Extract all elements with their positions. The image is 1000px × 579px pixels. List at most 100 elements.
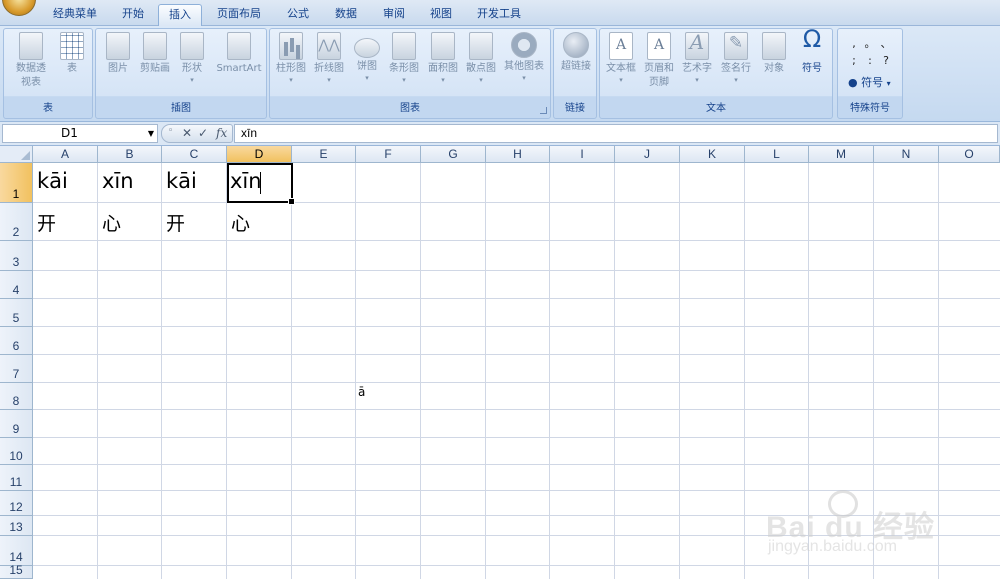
name-box-dropdown-icon[interactable]: ▼ [148,125,154,142]
smartart-button[interactable]: SmartArt [212,32,266,76]
group-charts-label: 图表 [400,103,420,114]
scatter-chart-button[interactable]: 散点图 ▾ [462,32,500,84]
tab-review[interactable]: 审阅 [374,4,414,26]
charts-dialog-launcher-icon[interactable] [540,107,547,114]
column-header-i[interactable]: I [550,146,615,163]
tab-page-layout[interactable]: 页面布局 [208,4,270,26]
row-header-2[interactable]: 2 [0,203,33,241]
row-header-3[interactable]: 3 [0,241,33,271]
office-button[interactable] [2,0,36,16]
row-header-10[interactable]: 10 [0,438,33,465]
gridline-vertical [614,163,615,579]
column-header-o[interactable]: O [939,146,1000,163]
cell-B1[interactable]: xīn [102,169,134,193]
row-header-4[interactable]: 4 [0,271,33,299]
table-button[interactable]: 表 [54,32,90,76]
gridline-horizontal [33,382,1000,383]
formula-input[interactable]: xīn [234,124,998,143]
special-symbol-dropdown[interactable]: ● 符号 ▾ [848,74,891,90]
cell-D2[interactable]: 心 [231,209,250,236]
gridline-horizontal [33,298,1000,299]
symbol-enum-comma[interactable]: 、 [878,35,894,52]
wordart-button[interactable]: 艺术字 ▾ [678,32,716,84]
row-header-5[interactable]: 5 [0,299,33,327]
line-chart-button[interactable]: 折线图 ▾ [310,32,348,84]
column-header-j[interactable]: J [615,146,680,163]
hyperlink-icon [563,32,589,58]
symbol-period[interactable]: 。 [862,35,878,52]
hyperlink-button[interactable]: 超链接 [555,32,597,74]
tab-home[interactable]: 开始 [112,4,154,26]
cell-A2[interactable]: 开 [37,209,56,236]
clip-art-button[interactable]: 剪贴画 [136,32,174,76]
column-header-a[interactable]: A [33,146,98,163]
symbol-colon[interactable]: : [862,52,878,69]
column-header-d[interactable]: D [227,146,292,163]
row-header-11[interactable]: 11 [0,465,33,491]
row-header-15[interactable]: 15 [0,563,33,579]
tab-data[interactable]: 数据 [326,4,366,26]
pivot-table-button[interactable]: 数据透视表 [8,32,54,90]
object-button[interactable]: 对象 [756,32,792,76]
text-box-dropdown-icon: ▾ [619,76,623,84]
gridline-horizontal [33,354,1000,355]
expand-icon[interactable]: ◦ [168,126,173,136]
cell-F8[interactable]: ā [358,385,365,399]
tab-formulas[interactable]: 公式 [278,4,318,26]
tab-insert[interactable]: 插入 [158,4,202,26]
bar-chart-button[interactable]: 条形图 ▾ [384,32,424,84]
row-header-14[interactable]: 14 [0,536,33,566]
row-header-9[interactable]: 9 [0,410,33,438]
text-box-button[interactable]: 文本框 ▾ [602,32,640,84]
picture-button[interactable]: 图片 [100,32,136,76]
header-footer-label: 页眉和页脚 [644,63,674,88]
formula-bar: D1 ▼ ◦ ✕ ✓ fx xīn [0,122,1000,146]
column-header-b[interactable]: B [98,146,162,163]
select-all-button[interactable] [0,146,33,163]
column-header-n[interactable]: N [874,146,939,163]
column-header-c[interactable]: C [162,146,227,163]
row-header-6[interactable]: 6 [0,327,33,355]
cancel-icon[interactable]: ✕ [182,126,192,140]
cell-C1[interactable]: kāi [166,169,197,193]
tab-developer[interactable]: 开发工具 [468,4,530,26]
cell-B2[interactable]: 心 [102,209,121,236]
symbol-question[interactable]: ? [878,52,894,69]
name-box[interactable]: D1 ▼ [2,124,158,143]
table-icon [60,32,84,60]
row-header-13[interactable]: 13 [0,516,33,536]
column-header-l[interactable]: L [745,146,809,163]
row-header-1[interactable]: 1 [0,163,33,203]
tab-classic-menu[interactable]: 经典菜单 [40,4,110,26]
column-header-h[interactable]: H [486,146,550,163]
tab-view[interactable]: 视图 [421,4,461,26]
shapes-button[interactable]: 形状 ▾ [174,32,210,84]
signature-line-label: 签名行 [721,63,751,74]
symbol-semicolon[interactable]: ; [846,52,862,69]
other-charts-button[interactable]: 其他图表 ▾ [500,32,548,82]
scatter-chart-dropdown-icon: ▾ [479,76,483,84]
column-header-g[interactable]: G [421,146,486,163]
column-header-f[interactable]: F [356,146,421,163]
column-header-k[interactable]: K [680,146,745,163]
row-header-7[interactable]: 7 [0,355,33,383]
symbol-comma[interactable]: , [846,35,862,52]
symbol-button[interactable]: 符号 [794,32,830,76]
row-header-12[interactable]: 12 [0,491,33,516]
column-header-m[interactable]: M [809,146,874,163]
pivot-table-label: 数据透视表 [16,63,46,88]
gridline-vertical [226,163,227,579]
pie-chart-button[interactable]: 饼图 ▾ [350,32,384,82]
row-header-8[interactable]: 8 [0,383,33,410]
wordart-dropdown-icon: ▾ [695,76,699,84]
area-chart-button[interactable]: 面积图 ▾ [424,32,462,84]
column-chart-button[interactable]: 柱形图 ▾ [272,32,310,84]
signature-line-button[interactable]: 签名行 ▾ [716,32,756,84]
enter-icon[interactable]: ✓ [198,126,208,140]
cell-A1[interactable]: kāi [37,169,68,193]
insert-function-icon[interactable]: fx [216,126,227,140]
column-header-e[interactable]: E [292,146,356,163]
header-footer-button[interactable]: 页眉和页脚 [640,32,678,90]
cell-C2[interactable]: 开 [166,209,185,236]
text-box-icon [609,32,633,60]
